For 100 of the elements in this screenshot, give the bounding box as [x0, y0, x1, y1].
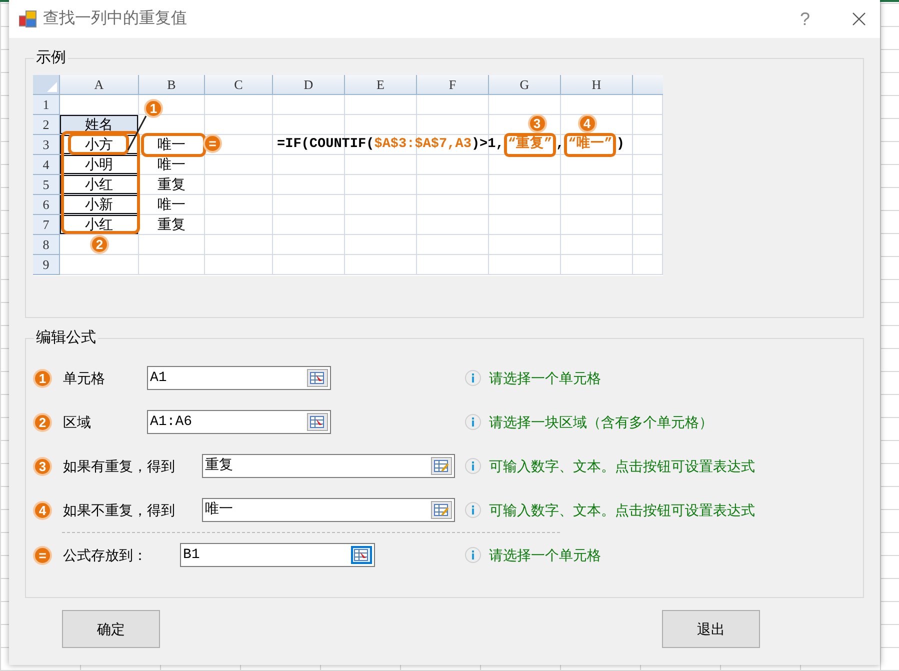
empty-cell: [417, 115, 489, 135]
empty-cell: [205, 175, 273, 195]
empty-cell: [273, 155, 345, 175]
sheet-cell: 唯一: [139, 195, 205, 215]
empty-cell: [633, 135, 663, 155]
hint-text: 请选择一个单元格: [489, 368, 601, 388]
picker-button[interactable]: [307, 413, 328, 431]
column-header[interactable]: A: [60, 75, 139, 95]
table-arrow-icon: [310, 416, 325, 428]
empty-cell: [561, 135, 633, 155]
dialog-button[interactable]: 退出: [662, 610, 760, 648]
empty-cell: [633, 115, 663, 135]
info-icon: [465, 370, 481, 386]
empty-cell: [633, 255, 663, 275]
number-badge: 3: [33, 456, 52, 476]
column-header[interactable]: F: [417, 75, 489, 95]
row-header[interactable]: 7: [33, 215, 60, 235]
empty-cell: [417, 195, 489, 215]
number-badge: 2: [33, 412, 52, 432]
picker-button[interactable]: [351, 546, 372, 564]
input-field[interactable]: A1:A6: [147, 410, 331, 434]
row-header[interactable]: 8: [33, 235, 60, 255]
sheet-cell: 重复: [139, 215, 205, 235]
number-badge: 1: [144, 99, 163, 118]
empty-cell: [633, 95, 663, 115]
empty-cell: [205, 195, 273, 215]
empty-cell: [273, 215, 345, 235]
column-header[interactable]: B: [139, 75, 205, 95]
info-icon: [465, 547, 481, 563]
row-header[interactable]: 4: [33, 155, 60, 175]
table-arrow-icon: [354, 549, 369, 561]
field-label: 如果不重复，得到: [63, 500, 176, 520]
picker-button[interactable]: [431, 457, 452, 475]
empty-cell: [489, 215, 561, 235]
empty-cell: [561, 255, 633, 275]
input-field[interactable]: 重复: [202, 454, 455, 478]
empty-cell: [489, 175, 561, 195]
sheet-cell: 唯一: [139, 155, 205, 175]
hint-text: 请选择一个单元格: [489, 546, 601, 564]
empty-cell: [417, 95, 489, 115]
input-field[interactable]: A1: [147, 366, 331, 390]
empty-cell: [273, 235, 345, 255]
empty-cell: [273, 115, 345, 135]
empty-cell: [139, 255, 205, 275]
window-title: 查找一列中的重复值: [43, 8, 187, 29]
empty-cell: [633, 175, 663, 195]
info-icon: [465, 414, 481, 430]
empty-cell: [561, 175, 633, 195]
hint-text: 请选择一块区域（含有多个单元格）: [489, 412, 713, 432]
row-header[interactable]: 2: [33, 115, 60, 135]
table-pencil-icon: [434, 504, 449, 516]
field-label: 单元格: [63, 368, 106, 388]
empty-cell: [205, 155, 273, 175]
empty-cell: [633, 195, 663, 215]
picker-button[interactable]: [431, 501, 452, 519]
empty-cell: [273, 95, 345, 115]
info-icon: [465, 502, 481, 518]
empty-cell: [205, 235, 273, 255]
info-icon: [465, 458, 481, 474]
empty-cell: [273, 195, 345, 215]
column-header[interactable]: D: [273, 75, 345, 95]
formula-text: =IF(COUNTIF($A$3:$A$7,A3)>1, “重复” , “唯一” ): [277, 134, 624, 156]
close-icon[interactable]: [852, 12, 866, 26]
empty-cell: [417, 175, 489, 195]
empty-cell: [489, 195, 561, 215]
empty-cell: [561, 215, 633, 235]
empty-cell: [205, 215, 273, 235]
empty-cell: [489, 255, 561, 275]
picker-button[interactable]: [307, 369, 328, 387]
number-badge: =: [203, 134, 222, 153]
number-badge: 2: [90, 235, 109, 254]
row-header[interactable]: 6: [33, 195, 60, 215]
row-header[interactable]: 5: [33, 175, 60, 195]
empty-cell: [139, 235, 205, 255]
empty-cell: [345, 155, 417, 175]
table-arrow-icon: [310, 372, 325, 384]
column-header[interactable]: H: [561, 75, 633, 95]
column-header[interactable]: C: [205, 75, 273, 95]
input-field[interactable]: 唯一: [202, 498, 455, 522]
app-icon: [19, 10, 37, 28]
row-header[interactable]: 1: [33, 95, 60, 115]
input-field[interactable]: B1: [180, 543, 375, 567]
number-badge: 3: [528, 114, 546, 133]
empty-cell: [489, 235, 561, 255]
empty-cell: [561, 155, 633, 175]
empty-cell: [561, 235, 633, 255]
dialog-button[interactable]: 确定: [62, 610, 160, 648]
number-badge: 1: [33, 368, 52, 388]
empty-cell: [633, 155, 663, 175]
empty-cell: [417, 255, 489, 275]
field-label: 公式存放到：: [63, 546, 148, 564]
help-button[interactable]: ?: [800, 6, 810, 32]
column-header[interactable]: G: [489, 75, 561, 95]
row-header[interactable]: 9: [33, 255, 60, 275]
column-header[interactable]: E: [345, 75, 417, 95]
hint-text: 可输入数字、文本。点击按钮可设置表达式: [489, 456, 755, 476]
column-header: [633, 75, 663, 95]
empty-cell: [273, 255, 345, 275]
empty-cell: [489, 155, 561, 175]
row-header[interactable]: 3: [33, 135, 60, 155]
